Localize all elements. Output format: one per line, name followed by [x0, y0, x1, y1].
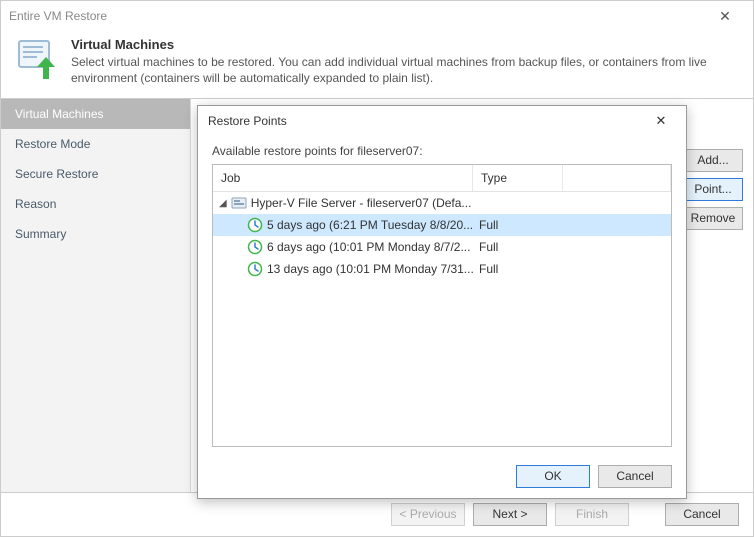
- wizard-header: Virtual Machines Select virtual machines…: [1, 31, 753, 99]
- previous-button: < Previous: [391, 503, 465, 526]
- sidebar-item-restore-mode[interactable]: Restore Mode: [1, 129, 190, 159]
- next-button[interactable]: Next >: [473, 503, 547, 526]
- action-column: Add... Point... Remove: [683, 149, 743, 230]
- wizard-sidebar: Virtual Machines Restore Mode Secure Res…: [1, 99, 191, 492]
- window-title: Entire VM Restore: [9, 9, 705, 23]
- restore-point-label: 5 days ago (6:21 PM Tuesday 8/8/20...: [267, 218, 473, 232]
- column-header-blank: [563, 165, 671, 191]
- restore-point-type: Full: [473, 218, 563, 232]
- wizard-step-subtitle: Select virtual machines to be restored. …: [71, 54, 739, 86]
- restore-point-row[interactable]: 6 days ago (10:01 PM Monday 8/7/2... Ful…: [213, 236, 671, 258]
- restore-points-grid: Job Type ◢ Hyper-V File Server - fileser…: [212, 164, 672, 447]
- window-close-button[interactable]: ✕: [705, 8, 745, 25]
- wizard-header-text: Virtual Machines Select virtual machines…: [71, 37, 739, 86]
- restore-point-label: 13 days ago (10:01 PM Monday 7/31...: [267, 262, 473, 276]
- dialog-footer: OK Cancel: [198, 455, 686, 498]
- column-header-job[interactable]: Job: [213, 165, 473, 191]
- job-label: Hyper-V File Server - fileserver07 (Defa…: [251, 196, 472, 210]
- dialog-title: Restore Points: [208, 114, 646, 128]
- restore-point-type: Full: [473, 240, 563, 254]
- dialog-body: Available restore points for fileserver0…: [198, 136, 686, 455]
- column-header-type[interactable]: Type: [473, 165, 563, 191]
- expand-toggle-icon[interactable]: ◢: [219, 198, 227, 209]
- vm-restore-icon: [15, 37, 59, 81]
- cancel-button[interactable]: Cancel: [665, 503, 739, 526]
- point-button[interactable]: Point...: [683, 178, 743, 201]
- restore-point-icon: [247, 261, 263, 277]
- restore-points-dialog: Restore Points ✕ Available restore point…: [197, 105, 687, 499]
- sidebar-item-summary[interactable]: Summary: [1, 219, 190, 249]
- remove-button[interactable]: Remove: [683, 207, 743, 230]
- dialog-label: Available restore points for fileserver0…: [212, 144, 672, 158]
- restore-point-type: Full: [473, 262, 563, 276]
- grid-header: Job Type: [213, 165, 671, 192]
- dialog-close-button[interactable]: ✕: [646, 113, 676, 129]
- titlebar: Entire VM Restore ✕: [1, 1, 753, 31]
- sidebar-item-secure-restore[interactable]: Secure Restore: [1, 159, 190, 189]
- dialog-titlebar: Restore Points ✕: [198, 106, 686, 136]
- wizard-window: Entire VM Restore ✕ Virtual Machines Sel…: [0, 0, 754, 537]
- restore-point-label: 6 days ago (10:01 PM Monday 8/7/2...: [267, 240, 470, 254]
- sidebar-item-reason[interactable]: Reason: [1, 189, 190, 219]
- job-row[interactable]: ◢ Hyper-V File Server - fileserver07 (De…: [213, 192, 671, 214]
- dialog-ok-button[interactable]: OK: [516, 465, 590, 488]
- restore-point-icon: [247, 217, 263, 233]
- restore-point-icon: [247, 239, 263, 255]
- add-button[interactable]: Add...: [683, 149, 743, 172]
- sidebar-item-virtual-machines[interactable]: Virtual Machines: [1, 99, 190, 129]
- wizard-step-title: Virtual Machines: [71, 37, 739, 52]
- job-icon: [231, 195, 247, 211]
- restore-point-row[interactable]: 13 days ago (10:01 PM Monday 7/31... Ful…: [213, 258, 671, 280]
- finish-button: Finish: [555, 503, 629, 526]
- dialog-cancel-button[interactable]: Cancel: [598, 465, 672, 488]
- grid-rows: ◢ Hyper-V File Server - fileserver07 (De…: [213, 192, 671, 446]
- restore-point-row[interactable]: 5 days ago (6:21 PM Tuesday 8/8/20... Fu…: [213, 214, 671, 236]
